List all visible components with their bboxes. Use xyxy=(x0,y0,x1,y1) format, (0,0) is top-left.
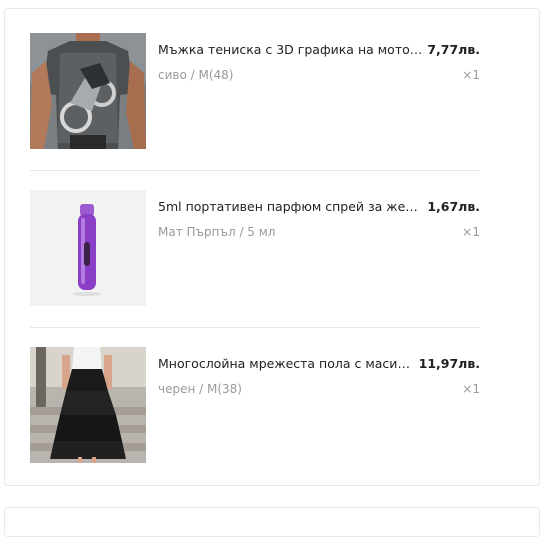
product-quantity: ×1 xyxy=(462,68,480,82)
product-quantity: ×1 xyxy=(462,382,480,396)
product-price: 11,97лв. xyxy=(418,356,480,371)
cart-item[interactable]: Многослойна мрежеста пола с масивна... 1… xyxy=(30,347,480,465)
item-divider xyxy=(30,170,480,171)
product-price: 7,77лв. xyxy=(427,42,480,57)
order-items-card: Мъжка тениска с 3D графика на мотоци... … xyxy=(4,8,540,486)
product-title[interactable]: Многослойна мрежеста пола с масивна... xyxy=(158,356,416,371)
cart-item[interactable]: Мъжка тениска с 3D графика на мотоци... … xyxy=(30,33,480,151)
product-image-perfume[interactable] xyxy=(30,190,146,306)
product-title[interactable]: 5ml портативен парфюм спрей за жени ... xyxy=(158,199,423,214)
product-image-tshirt[interactable] xyxy=(30,33,146,149)
cart-item[interactable]: 5ml портативен парфюм спрей за жени ... … xyxy=(30,190,480,308)
product-image-skirt[interactable] xyxy=(30,347,146,463)
product-variant: сиво / M(48) xyxy=(158,68,234,82)
product-price: 1,67лв. xyxy=(427,199,480,214)
product-variant: Мат Пърпъл / 5 мл xyxy=(158,225,276,239)
product-title[interactable]: Мъжка тениска с 3D графика на мотоци... xyxy=(158,42,423,57)
item-divider xyxy=(30,327,480,328)
product-quantity: ×1 xyxy=(462,225,480,239)
next-section-card xyxy=(4,507,540,537)
product-variant: черен / M(38) xyxy=(158,382,242,396)
